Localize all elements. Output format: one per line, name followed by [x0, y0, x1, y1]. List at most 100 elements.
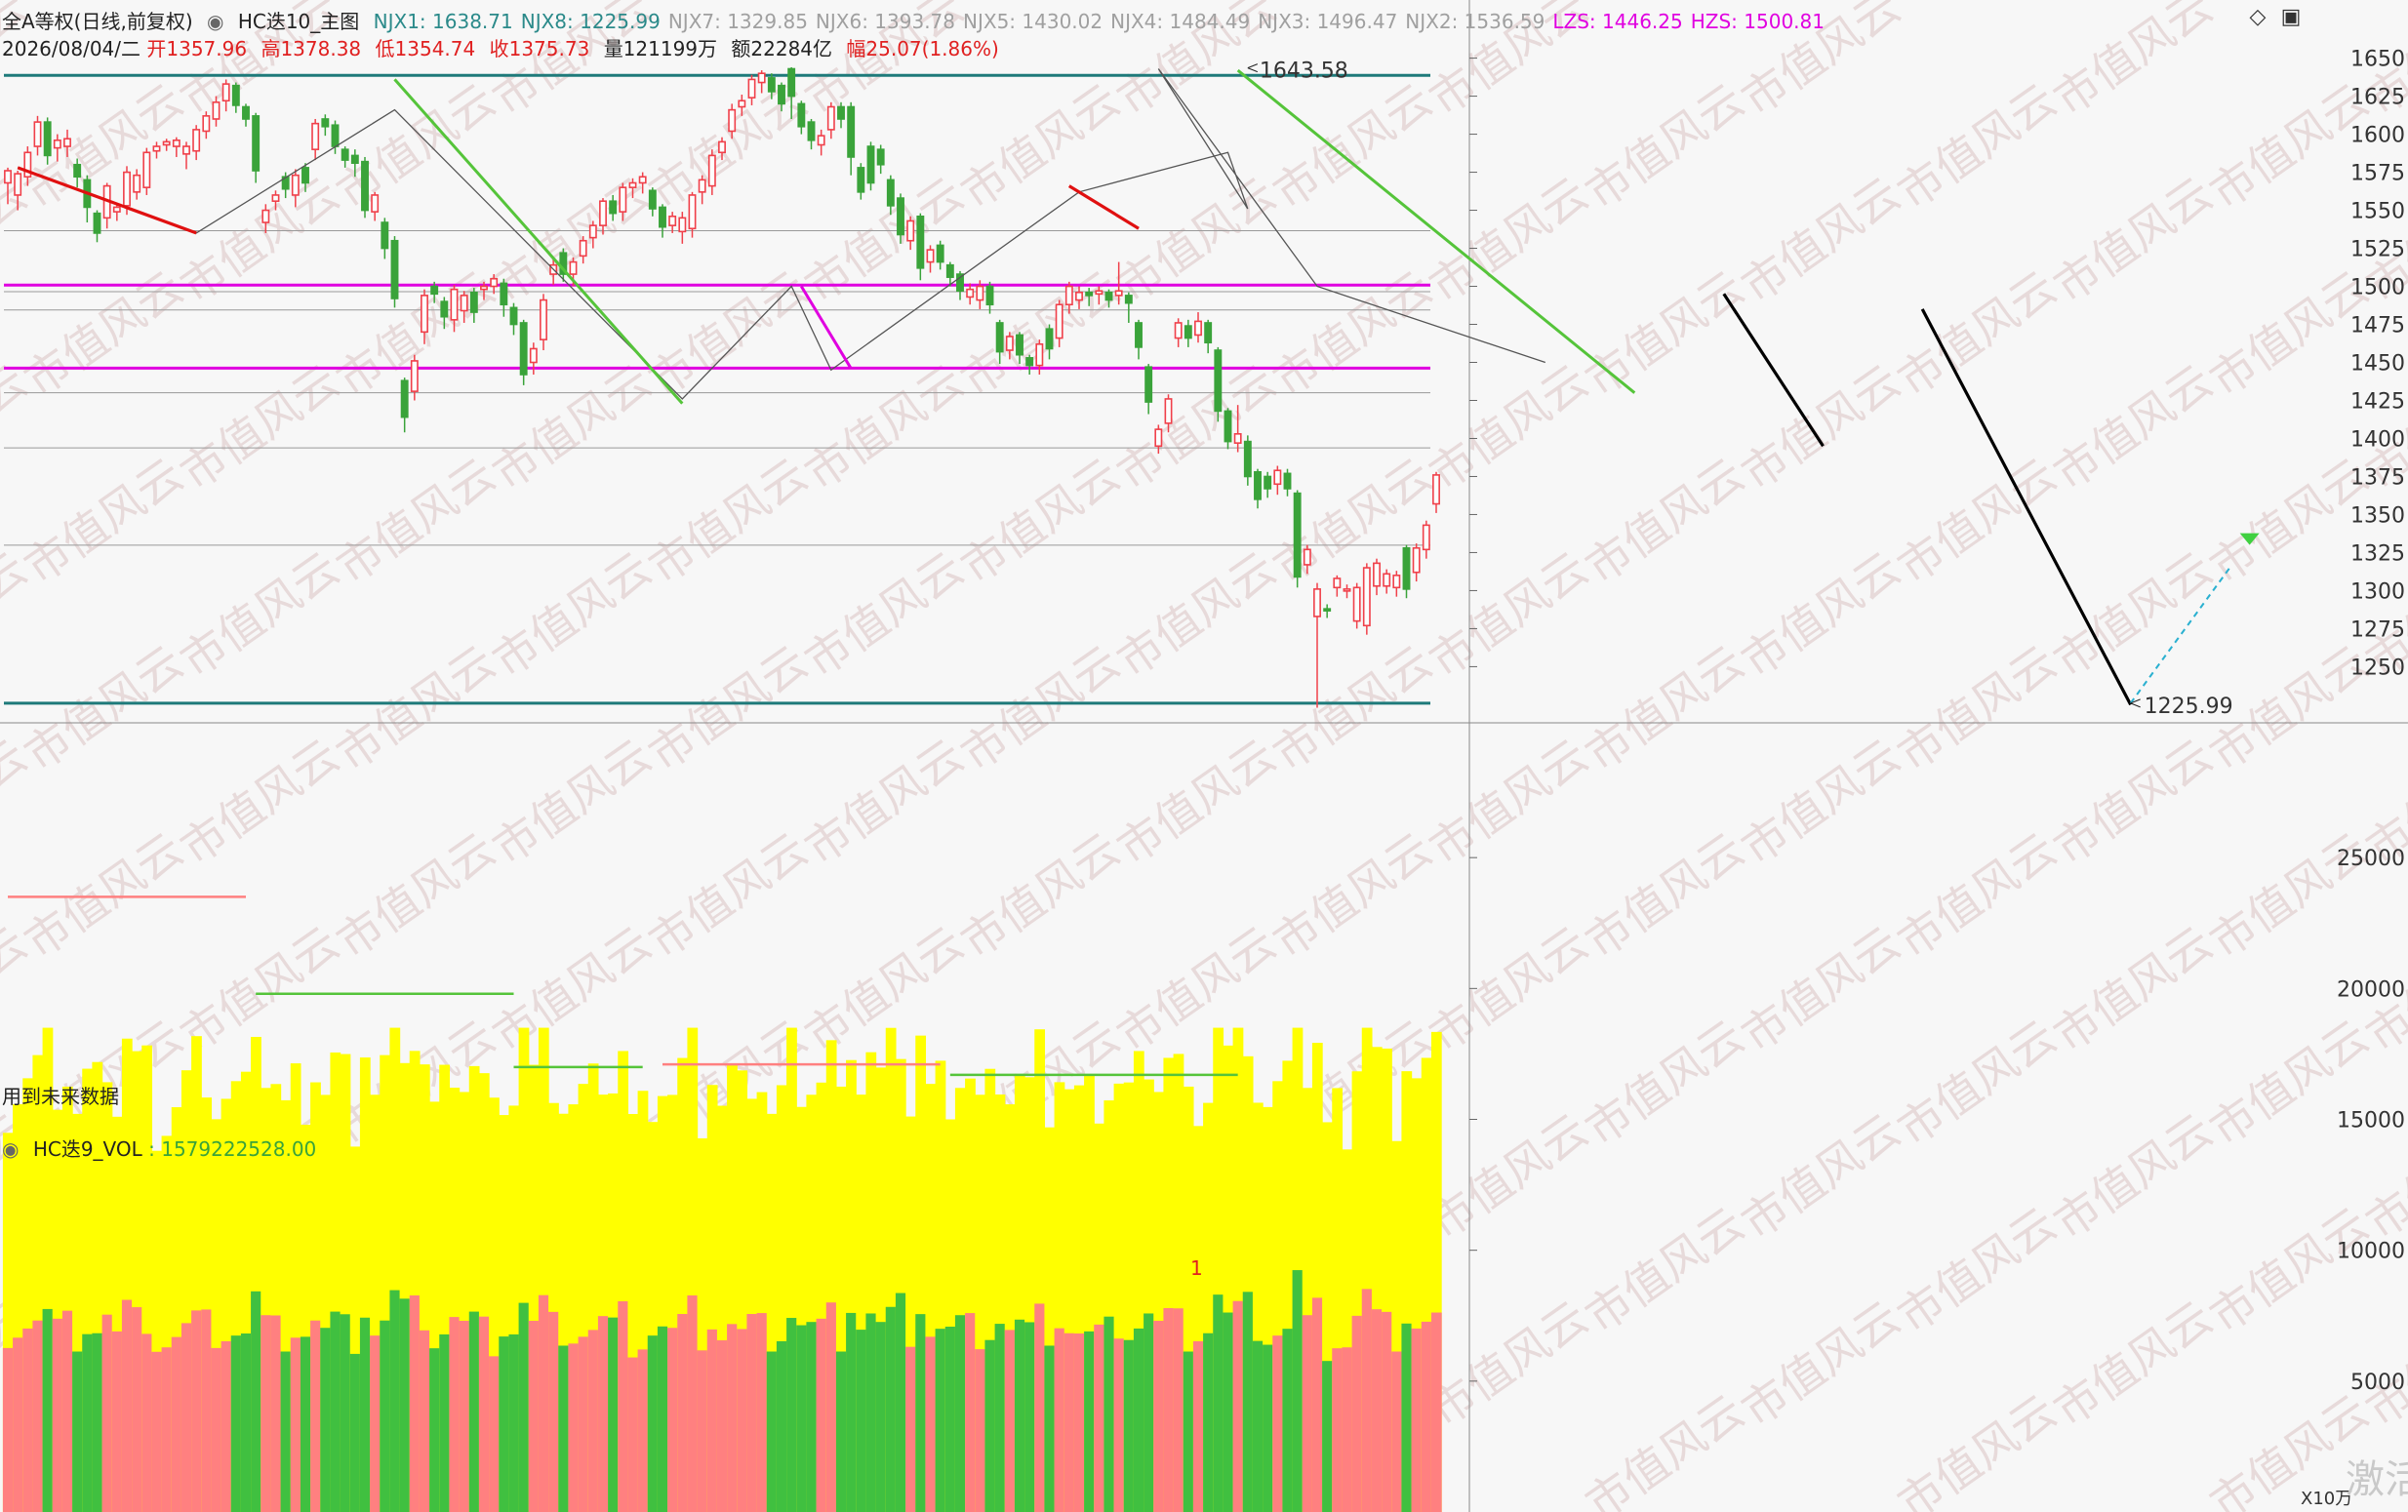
y-tick-label: 1625 — [2350, 86, 2405, 110]
volume-base-bar — [359, 1317, 371, 1512]
watermark-text: 市值风云 — [15, 635, 192, 781]
watermark-text: 市值风云 — [1888, 448, 2066, 594]
volume-base-bar — [1361, 1289, 1373, 1512]
settings-circle-icon[interactable]: ◉ — [207, 10, 223, 33]
volume-base-bar — [82, 1333, 94, 1512]
volume-base-bar — [1054, 1328, 1065, 1512]
low-label: 低1354.74 — [375, 37, 476, 60]
watermark-text: 市值风云 — [1576, 822, 1753, 969]
down-candle — [231, 84, 240, 106]
chart-title[interactable]: 全A等权(日线,前复权) — [2, 10, 193, 33]
njx-value: NJX1: 1638.71 — [373, 10, 513, 33]
volume-base-bar — [1292, 1270, 1304, 1512]
y-tick-label: 1550 — [2350, 200, 2405, 224]
indicator-name[interactable]: HC迭10_主图 — [238, 10, 359, 33]
up-candle — [490, 277, 499, 288]
window-icon[interactable]: ▣ — [2279, 6, 2303, 29]
volume-base-bar — [1192, 1340, 1204, 1512]
volume-base-bar — [1322, 1361, 1333, 1512]
volume-base-bar — [618, 1300, 629, 1512]
down-candle — [341, 148, 349, 161]
down-candle — [1254, 470, 1262, 500]
up-candle — [152, 145, 161, 152]
volume-base-bar — [349, 1353, 361, 1512]
watermark-text: 市值风云 — [1576, 260, 1753, 407]
up-candle — [707, 154, 716, 187]
up-candle — [1075, 291, 1083, 301]
volume-base-bar — [1153, 1320, 1165, 1512]
y-tick-label: 1475 — [2350, 314, 2405, 338]
green-wave-1 — [393, 78, 684, 405]
volume-base-bar — [1044, 1345, 1056, 1512]
up-candle — [142, 151, 151, 188]
up-candle — [1383, 573, 1391, 587]
header-row-2: 2026/08/04/二 开1357.96 高1378.38 低1354.74 … — [2, 33, 1007, 61]
settings-circle-icon[interactable]: ◉ — [2, 1137, 19, 1161]
down-candle — [519, 322, 528, 376]
volume-base-bar — [1123, 1339, 1135, 1512]
watermark-text: 市值风云 — [15, 448, 192, 594]
up-candle — [1352, 586, 1361, 622]
volume-base-bar — [587, 1330, 599, 1512]
up-candle — [698, 179, 706, 193]
up-candle — [221, 83, 230, 102]
down-candle — [1283, 472, 1292, 490]
change-label: 幅25.07(1.86%) — [846, 37, 999, 60]
up-candle — [460, 295, 468, 312]
up-candle — [569, 260, 578, 275]
up-candle — [133, 174, 141, 193]
vol-tick-label: 5000 — [2350, 1371, 2405, 1395]
down-candle — [509, 306, 518, 326]
peak-pointer-icon — [1247, 63, 1259, 73]
up-candle — [817, 135, 825, 146]
down-candle — [301, 167, 309, 184]
volume-base-bar — [211, 1347, 222, 1512]
down-candle — [252, 115, 261, 172]
up-candle — [728, 108, 737, 133]
down-candle — [1214, 349, 1223, 413]
down-candle — [916, 215, 925, 269]
volume-base-bar — [846, 1312, 857, 1512]
up-candle — [1343, 588, 1351, 592]
down-candle — [945, 263, 954, 278]
y-tick-label: 1250 — [2350, 656, 2405, 680]
down-candle — [1402, 546, 1411, 590]
volume-base-bar — [806, 1322, 818, 1512]
down-candle — [807, 121, 816, 141]
volume-base-bar — [468, 1311, 480, 1512]
up-candle — [976, 285, 984, 301]
watermark-text: 市值风云 — [1732, 167, 1909, 313]
watermark-text: 市值风云 — [1732, 354, 1909, 500]
up-candle — [668, 215, 677, 226]
red-wave-2 — [1067, 184, 1140, 230]
vol-indicator-name[interactable]: HC迭9_VOL — [33, 1137, 142, 1161]
volume-base-bar — [1073, 1333, 1085, 1512]
down-candle — [1144, 366, 1153, 403]
up-candle — [1095, 290, 1104, 296]
volume-base-bar — [61, 1310, 73, 1512]
up-candle — [450, 288, 459, 321]
down-candle — [73, 163, 82, 179]
volume-base-bar — [101, 1314, 113, 1512]
volume-base-bar — [1302, 1315, 1313, 1512]
volume-base-bar — [1332, 1348, 1344, 1512]
watermark-text: 市值风云 — [1264, 260, 1441, 407]
watermark-text: 市值风云 — [1888, 822, 2066, 969]
down-candle — [430, 285, 439, 296]
down-candle — [787, 67, 796, 98]
watermark-text: 市值风云 — [951, 73, 1129, 219]
volume-base-bar — [994, 1324, 1006, 1512]
down-candle — [609, 200, 618, 215]
volume-base-bar — [975, 1349, 986, 1512]
watermark-text: 市值风云 — [795, 916, 973, 1062]
volume-base-bar — [251, 1291, 261, 1512]
watermark-text: 市值风云 — [1888, 1384, 2066, 1512]
volume-base-bar — [429, 1348, 440, 1512]
volume-base-bar — [290, 1337, 301, 1512]
diamond-icon[interactable]: ◇ — [2246, 6, 2269, 29]
up-candle — [1362, 567, 1371, 627]
volume-base-bar — [121, 1299, 133, 1512]
up-candle — [480, 285, 488, 291]
watermark-text: 市值风云 — [1576, 635, 1753, 781]
watermark-text: 市值风云 — [639, 822, 817, 969]
